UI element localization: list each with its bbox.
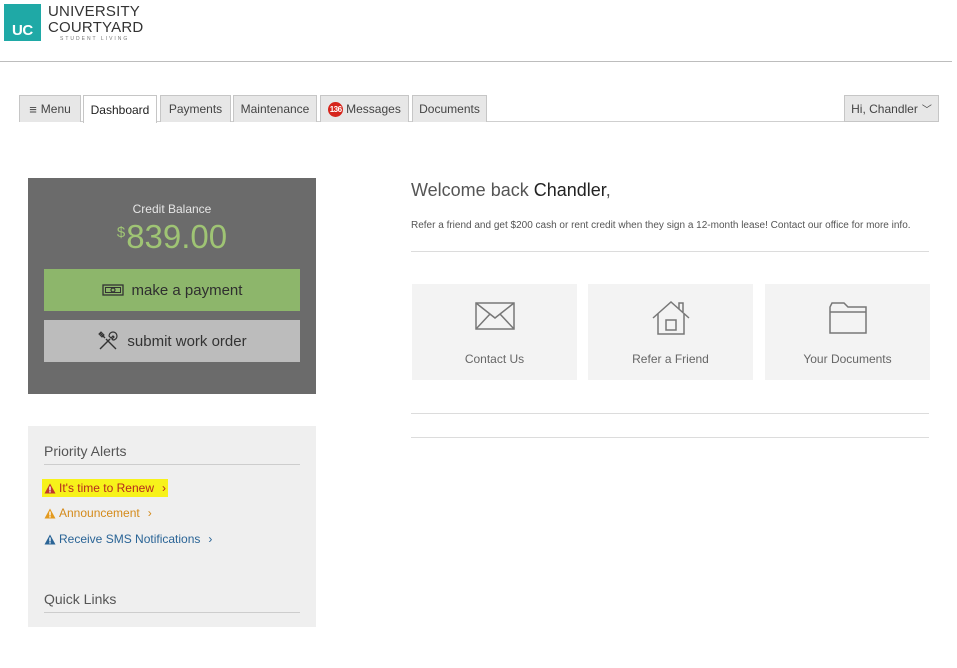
welcome-suffix: ,: [605, 180, 611, 200]
chevron-right-icon: ›: [162, 481, 166, 495]
alert-announcement-link[interactable]: Announcement ›: [44, 506, 152, 520]
your-documents-tile[interactable]: Your Documents: [765, 284, 930, 380]
balance-value: 839.00: [126, 218, 228, 255]
user-menu[interactable]: Hi, Chandler ﹀: [844, 95, 939, 122]
tab-label: Messages: [346, 102, 401, 116]
priority-alerts-heading: Priority Alerts: [44, 443, 300, 465]
make-payment-button[interactable]: make a payment: [44, 269, 300, 311]
welcome-prefix: Welcome back: [411, 180, 529, 200]
contact-us-tile[interactable]: Contact Us: [412, 284, 577, 380]
brand-logo[interactable]: UC UNIVERSITY COURTYARD STUDENT LIVING: [4, 4, 143, 42]
tab-label: Dashboard: [90, 102, 150, 117]
user-name: Chandler: [533, 180, 606, 200]
warning-icon: [44, 508, 56, 518]
alert-renew-link[interactable]: It's time to Renew ›: [42, 479, 168, 497]
logo-mark: UC: [4, 4, 41, 41]
alert-label: It's time to Renew: [59, 481, 154, 495]
warning-icon: [44, 483, 56, 493]
currency-symbol: $: [116, 224, 126, 241]
balance-card: Credit Balance $839.00 make a payment su…: [28, 178, 316, 394]
tab-label: Maintenance: [240, 102, 310, 116]
header-divider: [0, 61, 952, 62]
tile-label: Refer a Friend: [632, 352, 709, 366]
folder-icon: [828, 302, 867, 334]
envelope-icon: [474, 302, 515, 330]
user-menu-label: Hi, Chandler: [851, 101, 918, 116]
alert-label: Announcement: [59, 506, 140, 520]
tab-payments[interactable]: Payments: [160, 95, 231, 122]
tab-dashboard[interactable]: Dashboard: [83, 95, 157, 123]
alert-label: Receive SMS Notifications: [59, 532, 201, 546]
money-icon: [101, 284, 124, 296]
balance-amount: $839.00: [28, 218, 316, 256]
alerts-card: Priority Alerts It's time to Renew › Ann…: [28, 426, 316, 627]
submit-work-order-button[interactable]: submit work order: [44, 320, 300, 362]
balance-label: Credit Balance: [132, 202, 212, 216]
content-divider: [411, 413, 929, 414]
tile-label: Your Documents: [803, 352, 892, 366]
content-divider: [411, 437, 929, 438]
tab-documents[interactable]: Documents: [412, 95, 487, 122]
quick-links-heading: Quick Links: [44, 591, 300, 613]
make-payment-label: make a payment: [131, 281, 243, 299]
tab-menu[interactable]: ≡ Menu: [19, 95, 81, 122]
welcome-heading: Welcome back Chandler,: [411, 180, 611, 201]
message-count-badge: 136: [328, 101, 344, 117]
logo-text: UNIVERSITY COURTYARD STUDENT LIVING: [48, 4, 143, 42]
tab-maintenance[interactable]: Maintenance: [233, 95, 317, 122]
chevron-right-icon: ›: [208, 532, 213, 546]
hamburger-icon: ≡: [29, 101, 37, 117]
tab-bar: ≡ Menu Dashboard Payments Maintenance 13…: [19, 95, 939, 123]
refer-a-friend-tile[interactable]: Refer a Friend: [588, 284, 753, 380]
alert-sms-link[interactable]: Receive SMS Notifications ›: [44, 532, 212, 546]
tab-messages[interactable]: 136 Messages: [320, 95, 409, 122]
chevron-down-icon: ﹀: [921, 105, 932, 116]
chevron-right-icon: ›: [147, 506, 152, 520]
warning-icon: [44, 534, 56, 544]
logo-line-2: COURTYARD: [48, 19, 144, 36]
submit-work-order-label: submit work order: [127, 332, 247, 350]
logo-line-1: UNIVERSITY: [48, 3, 141, 20]
logo-tagline: STUDENT LIVING: [60, 36, 130, 42]
tab-label: Menu: [40, 102, 71, 116]
referral-promo-text: Refer a friend and get $200 cash or rent…: [411, 220, 911, 231]
tab-label: Payments: [168, 102, 223, 116]
content-divider: [411, 251, 929, 252]
tile-label: Contact Us: [464, 352, 525, 366]
tools-icon: [98, 331, 118, 350]
house-icon: [652, 300, 689, 335]
tab-label: Documents: [419, 102, 480, 116]
